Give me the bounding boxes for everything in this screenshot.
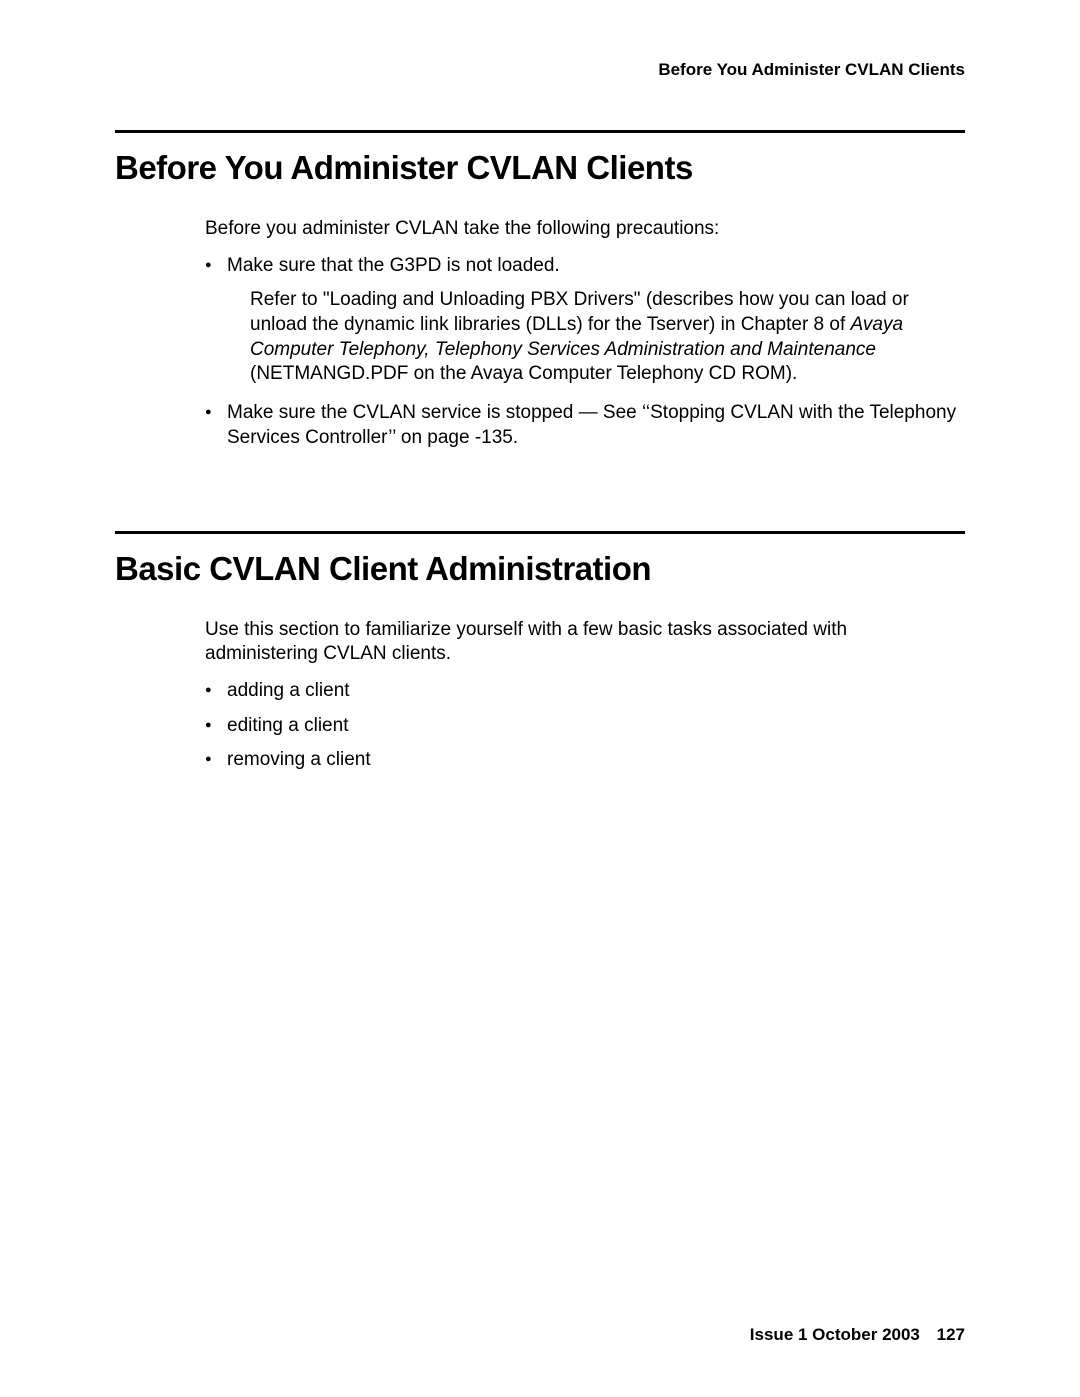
list-item: Make sure that the G3PD is not loaded. [205,254,965,279]
footer-issue: Issue 1 October 2003 [750,1325,920,1344]
running-header: Before You Administer CVLAN Clients [115,60,965,80]
precautions-list: Make sure that the G3PD is not loaded. [205,254,965,279]
sub-text-before: Refer to "Loading and Unloading PBX Driv… [250,289,909,335]
section-heading-2: Basic CVLAN Client Administration [115,550,965,588]
intro-paragraph-2: Use this section to familiarize yourself… [205,618,965,667]
section-divider [115,531,965,534]
sub-text-after: (NETMANGD.PDF on the Avaya Computer Tele… [250,363,797,384]
list-item: Make sure the CVLAN service is stopped —… [205,401,965,450]
section-spacer [115,461,965,531]
footer-page-number: 127 [937,1325,965,1344]
page-footer: Issue 1 October 2003 127 [750,1325,965,1345]
sub-paragraph: Refer to "Loading and Unloading PBX Driv… [250,288,965,387]
list-item: removing a client [205,748,965,773]
section-heading-1: Before You Administer CVLAN Clients [115,149,965,187]
intro-paragraph-1: Before you administer CVLAN take the fol… [205,217,965,242]
list-item: editing a client [205,714,965,739]
precautions-list-cont: Make sure the CVLAN service is stopped —… [205,401,965,450]
list-item: adding a client [205,679,965,704]
section-divider [115,130,965,133]
document-page: Before You Administer CVLAN Clients Befo… [0,0,1080,1397]
tasks-list: adding a client editing a client removin… [205,679,965,773]
